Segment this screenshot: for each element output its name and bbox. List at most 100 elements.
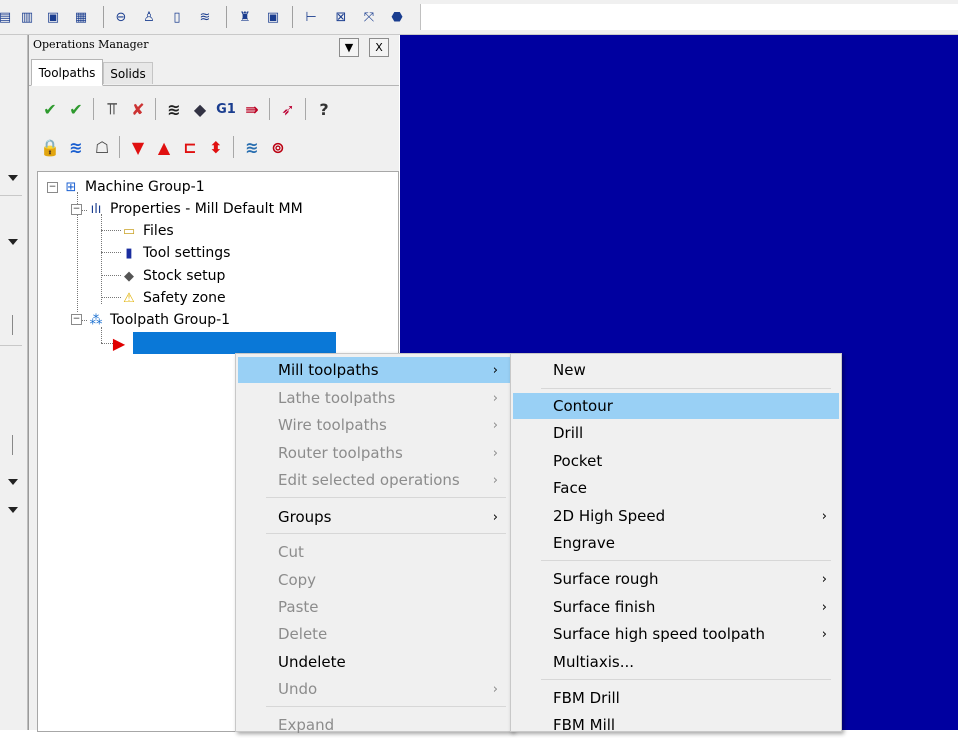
tree-item-tool-settings[interactable]: ▮ Tool settings: [120, 242, 230, 264]
selected-toolpath-icon[interactable]: ⊚: [267, 136, 289, 158]
submenu-item-new[interactable]: New: [513, 357, 839, 383]
menu-item-undo[interactable]: Undo ›: [238, 676, 510, 702]
verify-icon[interactable]: ◆: [189, 98, 211, 120]
menu-item-router-toolpaths[interactable]: Router toolpaths ›: [238, 440, 510, 466]
toolbar-empty-area: [420, 4, 958, 30]
mill-toolpaths-submenu: New Contour Drill Pocket Face 2D High Sp…: [510, 353, 842, 734]
toolbar-icon-5[interactable]: ⊖: [112, 8, 130, 26]
submenu-item-drill[interactable]: Drill: [513, 420, 839, 446]
chevron-right-icon: ›: [821, 571, 827, 587]
collapse-icon[interactable]: −: [71, 204, 82, 215]
menu-item-paste[interactable]: Paste: [238, 594, 510, 620]
toolbar-icon-1[interactable]: ▤: [0, 8, 14, 26]
post-selected-icon[interactable]: ⇛: [241, 98, 263, 120]
regenerate-icon[interactable]: ⫪: [101, 98, 123, 120]
menu-item-lathe-toolpaths[interactable]: Lathe toolpaths ›: [238, 385, 510, 411]
submenu-item-surface-rough[interactable]: Surface rough ›: [513, 566, 839, 592]
toggle-post-icon[interactable]: ☖: [91, 136, 113, 158]
help-icon[interactable]: ?: [313, 98, 335, 120]
submenu-item-face[interactable]: Face: [513, 475, 839, 501]
ops-toolbar-2: 🔒 ≋ ☖ ▼ ▲ ⊏ ⬍ ≋ ⊚: [29, 131, 399, 161]
menu-item-groups[interactable]: Groups ›: [238, 504, 510, 530]
submenu-item-multiaxis[interactable]: Multiaxis...: [513, 649, 839, 675]
tree-item-label: Tool settings: [143, 245, 231, 261]
submenu-item-contour[interactable]: Contour: [513, 393, 839, 419]
tab-toolpaths[interactable]: Toolpaths: [31, 59, 103, 86]
collapse-icon[interactable]: −: [71, 314, 82, 325]
stock-icon: ◆: [124, 268, 134, 284]
chevron-down-icon[interactable]: [8, 507, 18, 513]
chevron-right-icon: ›: [821, 508, 827, 524]
toolbar-icon-11[interactable]: ⊢: [302, 8, 320, 26]
tree-item-label: Properties - Mill Default MM: [110, 201, 303, 217]
toolbar-icon-13[interactable]: ⤧: [360, 8, 378, 26]
toolbar-icon-2[interactable]: ▥: [18, 8, 36, 26]
collapse-icon[interactable]: −: [47, 182, 58, 193]
tree-item-toolpath-group[interactable]: ⁂ Toolpath Group-1: [87, 309, 231, 331]
chevron-right-icon: ›: [492, 509, 498, 525]
move-down-icon[interactable]: ▼: [127, 136, 149, 158]
chevron-right-icon: ›: [492, 362, 498, 378]
toolbar-icon-12[interactable]: ⊠: [332, 8, 350, 26]
post-g1-icon[interactable]: G1: [215, 98, 237, 120]
submenu-item-pocket[interactable]: Pocket: [513, 448, 839, 474]
menu-item-undelete[interactable]: Undelete: [238, 649, 510, 675]
tree-item-files[interactable]: ▭ Files: [120, 220, 174, 242]
chevron-right-icon: ›: [821, 626, 827, 642]
machine-group-icon: ⊞: [65, 179, 77, 195]
submenu-item-surface-high-speed-toolpath[interactable]: Surface high speed toolpath ›: [513, 621, 839, 647]
menu-item-wire-toolpaths[interactable]: Wire toolpaths ›: [238, 412, 510, 438]
tree-item-safety-zone[interactable]: ⚠ Safety zone: [120, 287, 225, 309]
toolbar-icon-8[interactable]: ≋: [196, 8, 214, 26]
chevron-down-icon[interactable]: [8, 239, 18, 245]
tool-icon: ▮: [125, 245, 133, 261]
chevron-right-icon: ›: [492, 445, 498, 461]
single-toolpath-icon[interactable]: ≋: [241, 136, 263, 158]
new-operation-selection[interactable]: [133, 332, 336, 354]
toolbar-icon-9[interactable]: ♜: [236, 8, 254, 26]
toolbar-icon-6[interactable]: ♙: [140, 8, 158, 26]
toggle-display-icon[interactable]: ≋: [65, 136, 87, 158]
panel-menu-button[interactable]: ▼: [339, 38, 359, 57]
scroll-to-insert-icon[interactable]: ⬍: [205, 136, 227, 158]
warning-icon: ⚠: [123, 290, 135, 306]
toolbar-icon-3[interactable]: ▣: [44, 8, 62, 26]
chevron-right-icon: ›: [821, 599, 827, 615]
tree-item-insert-arrow[interactable]: ▶: [110, 332, 336, 354]
submenu-item-2d-high-speed[interactable]: 2D High Speed ›: [513, 503, 839, 529]
toolpath-group-icon: ⁂: [89, 312, 103, 328]
tree-item-stock-setup[interactable]: ◆ Stock setup: [120, 265, 225, 287]
toolbar-icon-10[interactable]: ▣: [264, 8, 282, 26]
tab-solids[interactable]: Solids: [103, 62, 153, 84]
select-dirty-icon[interactable]: ✔: [65, 98, 87, 120]
tree-item-label: Stock setup: [143, 268, 226, 284]
tree-item-properties[interactable]: ılı Properties - Mill Default MM: [87, 198, 303, 220]
submenu-item-surface-finish[interactable]: Surface finish ›: [513, 594, 839, 620]
lock-icon[interactable]: 🔒: [39, 136, 61, 158]
tree-item-machine-group[interactable]: ⊞ Machine Group-1: [62, 176, 205, 198]
panel-close-button[interactable]: X: [369, 38, 389, 57]
toolbar-icon-4[interactable]: ▦: [72, 8, 90, 26]
toolbar-icon-7[interactable]: ▯: [168, 8, 186, 26]
panel-tabs: Toolpaths Solids: [29, 59, 399, 86]
insert-arrow-icon: ▶: [112, 333, 126, 353]
toolbar-icon-14[interactable]: ⬣: [388, 8, 406, 26]
regenerate-dirty-icon[interactable]: ✘: [127, 98, 149, 120]
move-up-icon[interactable]: ▲: [153, 136, 175, 158]
submenu-item-fbm-mill[interactable]: FBM Mill: [513, 712, 839, 738]
hst-icon[interactable]: ➶: [277, 98, 299, 120]
menu-item-expand[interactable]: Expand: [238, 712, 510, 738]
menu-item-cut[interactable]: Cut: [238, 539, 510, 565]
chevron-down-icon[interactable]: [8, 175, 18, 181]
menu-item-copy[interactable]: Copy: [238, 567, 510, 593]
submenu-item-engrave[interactable]: Engrave: [513, 530, 839, 556]
left-dock-strip: [0, 35, 28, 730]
submenu-item-fbm-drill[interactable]: FBM Drill: [513, 685, 839, 711]
menu-item-edit-selected-operations[interactable]: Edit selected operations ›: [238, 467, 510, 493]
menu-item-delete[interactable]: Delete: [238, 621, 510, 647]
select-all-icon[interactable]: ✔: [39, 98, 61, 120]
backplot-icon[interactable]: ≋: [163, 98, 185, 120]
menu-item-mill-toolpaths[interactable]: Mill toolpaths ›: [238, 357, 510, 383]
chevron-down-icon[interactable]: [8, 479, 18, 485]
insert-after-icon[interactable]: ⊏: [179, 136, 201, 158]
